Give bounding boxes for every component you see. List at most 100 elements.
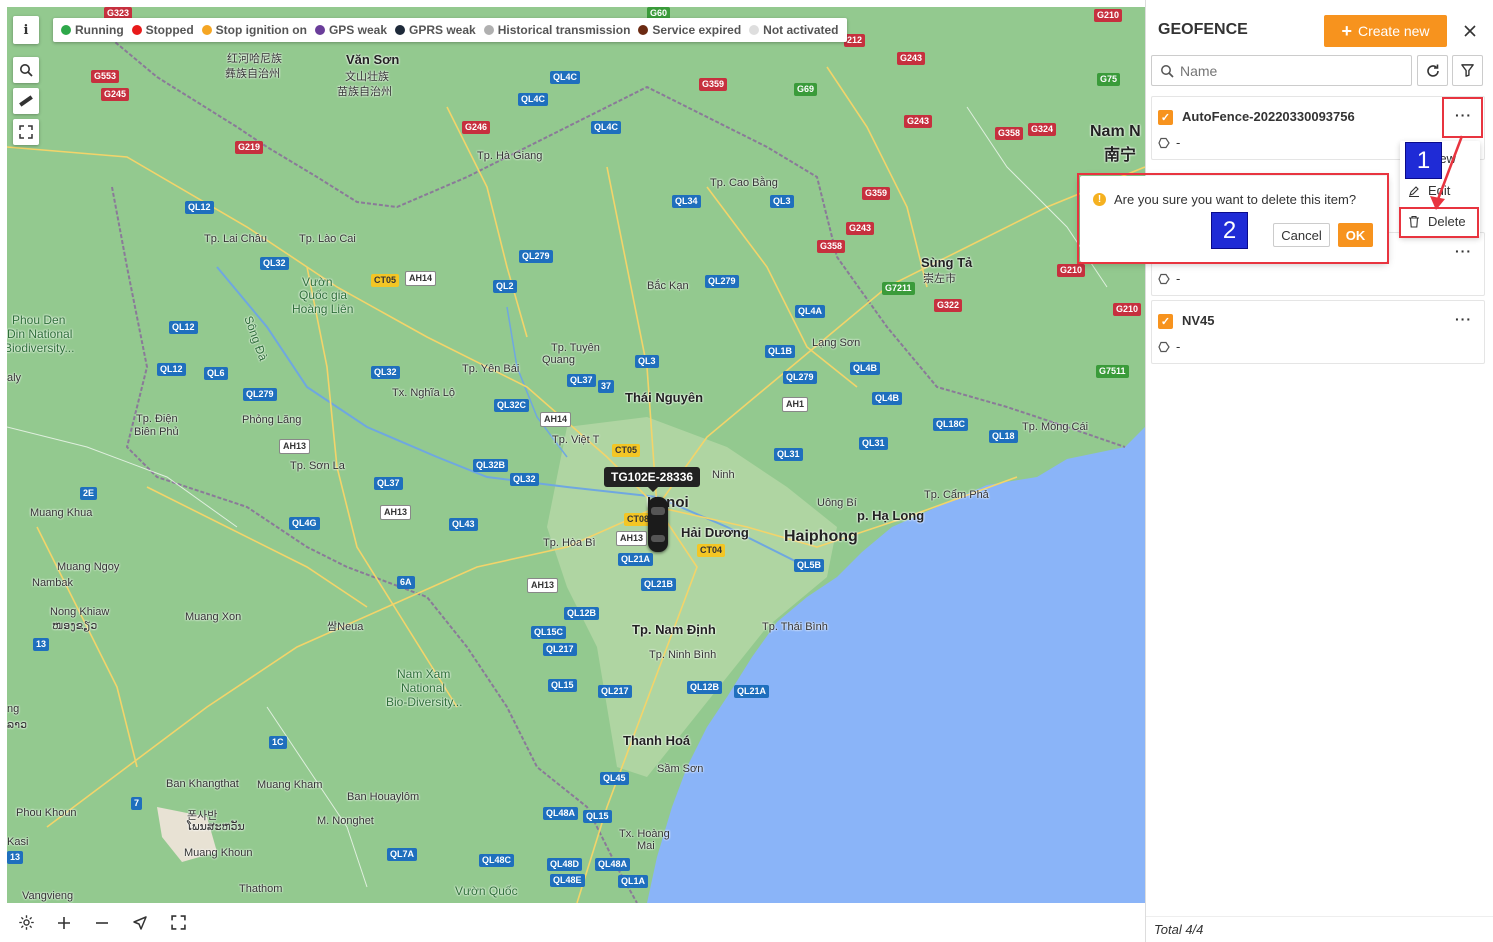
more-options-button[interactable]: ··· [1455, 243, 1472, 259]
road-shield: G324 [1028, 123, 1057, 136]
close-icon [1464, 25, 1476, 37]
place-label: Tp. Việt T [552, 434, 600, 446]
polygon-icon [1158, 137, 1170, 149]
place-label: M. Nonghet [317, 815, 374, 827]
place-label: Muang Khoun [184, 847, 253, 859]
road-shield: QL2 [493, 280, 517, 293]
road-shield: 2E [80, 487, 98, 500]
road-shield: QL32C [494, 399, 530, 412]
info-button[interactable]: i [13, 16, 39, 44]
road-shield: QL12 [169, 321, 198, 334]
place-label: Muang Khua [30, 507, 93, 519]
settings-button[interactable] [7, 903, 45, 942]
place-label: Tp. Yên Bái [462, 363, 520, 375]
filter-button[interactable] [1452, 55, 1483, 86]
road-shield: G359 [699, 78, 728, 91]
road-shield: QL7A [387, 848, 418, 861]
more-options-button[interactable]: ··· [1455, 107, 1472, 123]
place-label: Phou Khoun [16, 807, 77, 819]
road-shield: 212 [844, 34, 866, 47]
zoom-out-button[interactable] [83, 903, 121, 942]
fullscreen-button[interactable] [159, 903, 197, 942]
place-label: Bắc Kạn [647, 280, 689, 292]
geofence-name: AutoFence-20220330093756 [1182, 109, 1355, 124]
road-shield: QL217 [598, 685, 632, 698]
road-shield: QL279 [705, 275, 739, 288]
legend-label: GPS weak [328, 23, 387, 37]
road-shield: QL15C [531, 626, 567, 639]
status-legend: Running Stopped Stop ignition on GPS weak GP… [53, 18, 847, 42]
ruler-icon [19, 95, 33, 107]
close-panel-button[interactable] [1460, 20, 1480, 42]
search-map-button[interactable] [13, 57, 39, 83]
create-new-label: Create new [1357, 23, 1430, 39]
place-label: Ban Houaylôm [347, 791, 420, 803]
cancel-button[interactable]: Cancel [1273, 223, 1330, 247]
refresh-button[interactable] [1417, 55, 1448, 86]
divider [1146, 916, 1493, 917]
place-label: Biên Phủ [134, 426, 179, 438]
legend-item: Stopped [131, 23, 194, 37]
road-shield: QL6 [204, 367, 228, 380]
zoom-in-button[interactable] [45, 903, 83, 942]
park-label: Quốc gia [299, 288, 348, 302]
road-shield: QL48E [550, 874, 585, 887]
more-options-button[interactable]: ··· [1455, 311, 1472, 327]
road-shield: QL32 [260, 257, 289, 270]
road-shield: QL37 [374, 477, 403, 490]
road-shield: QL34 [672, 195, 701, 208]
fullscreen-map-button[interactable] [13, 119, 39, 145]
road-shield: G210 [1057, 264, 1086, 277]
search-field [1151, 55, 1412, 86]
map-canvas[interactable]: Văn Sơn 红河哈尼族 彝族自治州 文山壮族 苗族自治州 Tp. Hà Gi… [7, 7, 1145, 903]
legend-item: Running [61, 23, 124, 37]
geofence-item[interactable]: ✓ NV45 - ··· [1151, 300, 1485, 364]
park-label: National [401, 681, 446, 695]
park-label: Vườn Quốc [455, 884, 518, 898]
vehicle-marker[interactable] [648, 497, 668, 552]
measure-button[interactable] [13, 88, 39, 114]
place-label: Tp. Ninh Bình [649, 649, 717, 661]
road-shield: QL4A [795, 305, 826, 318]
legend-item: Service expired [638, 23, 741, 37]
road-shield: 13 [33, 638, 50, 651]
park-label: Nam Xam [397, 667, 451, 681]
place-label: 彝族自治州 [225, 68, 280, 80]
place-label: Muang Ngoy [57, 561, 120, 573]
place-label: Tp. Hòa Bì [543, 537, 596, 549]
road-shield: QL279 [783, 371, 817, 384]
legend-label: Service expired [652, 23, 742, 37]
locate-button[interactable] [121, 903, 159, 942]
step-badge: 1 [1405, 142, 1442, 179]
road-shield: QL32 [510, 473, 539, 486]
place-label: 文山壮族 [345, 71, 389, 83]
info-icon: i [23, 22, 29, 38]
road-shield: QL43 [449, 518, 478, 531]
place-label: Tp. Hà Giang [477, 150, 543, 162]
road-shield: AH13 [380, 505, 412, 520]
road-shield: QL1B [765, 345, 796, 358]
place-label: Thái Nguyên [625, 390, 704, 405]
place-label: ໜອງຂຽວ [52, 620, 98, 632]
road-shield: QL4B [872, 392, 903, 405]
polygon-icon [1158, 273, 1170, 285]
confirm-message: Are you sure you want to delete this ite… [1114, 192, 1357, 207]
app-root: Văn Sơn 红河哈尼族 彝族自治州 文山壮族 苗族自治州 Tp. Hà Gi… [0, 0, 1493, 942]
place-label: Muang Kham [257, 779, 323, 791]
road-shield: 1C [269, 736, 287, 749]
item-checkbox[interactable]: ✓ [1158, 110, 1173, 125]
geofence-detail: - [1176, 271, 1181, 286]
refresh-icon [1426, 64, 1439, 77]
item-checkbox[interactable]: ✓ [1158, 314, 1173, 329]
ok-button[interactable]: OK [1338, 223, 1373, 247]
place-label: Nong Khiaw [50, 606, 110, 618]
create-new-button[interactable]: + Create new [1324, 15, 1447, 47]
place-label: ລາວ [7, 719, 28, 731]
pencil-icon [1409, 185, 1419, 197]
place-label: Vangvieng [22, 890, 74, 902]
road-shield: QL12B [687, 681, 723, 694]
place-label: Tx. Hoàng [619, 828, 670, 840]
road-shield: AH13 [279, 439, 311, 454]
fullscreen-icon [170, 915, 186, 930]
search-input[interactable] [1180, 62, 1400, 79]
